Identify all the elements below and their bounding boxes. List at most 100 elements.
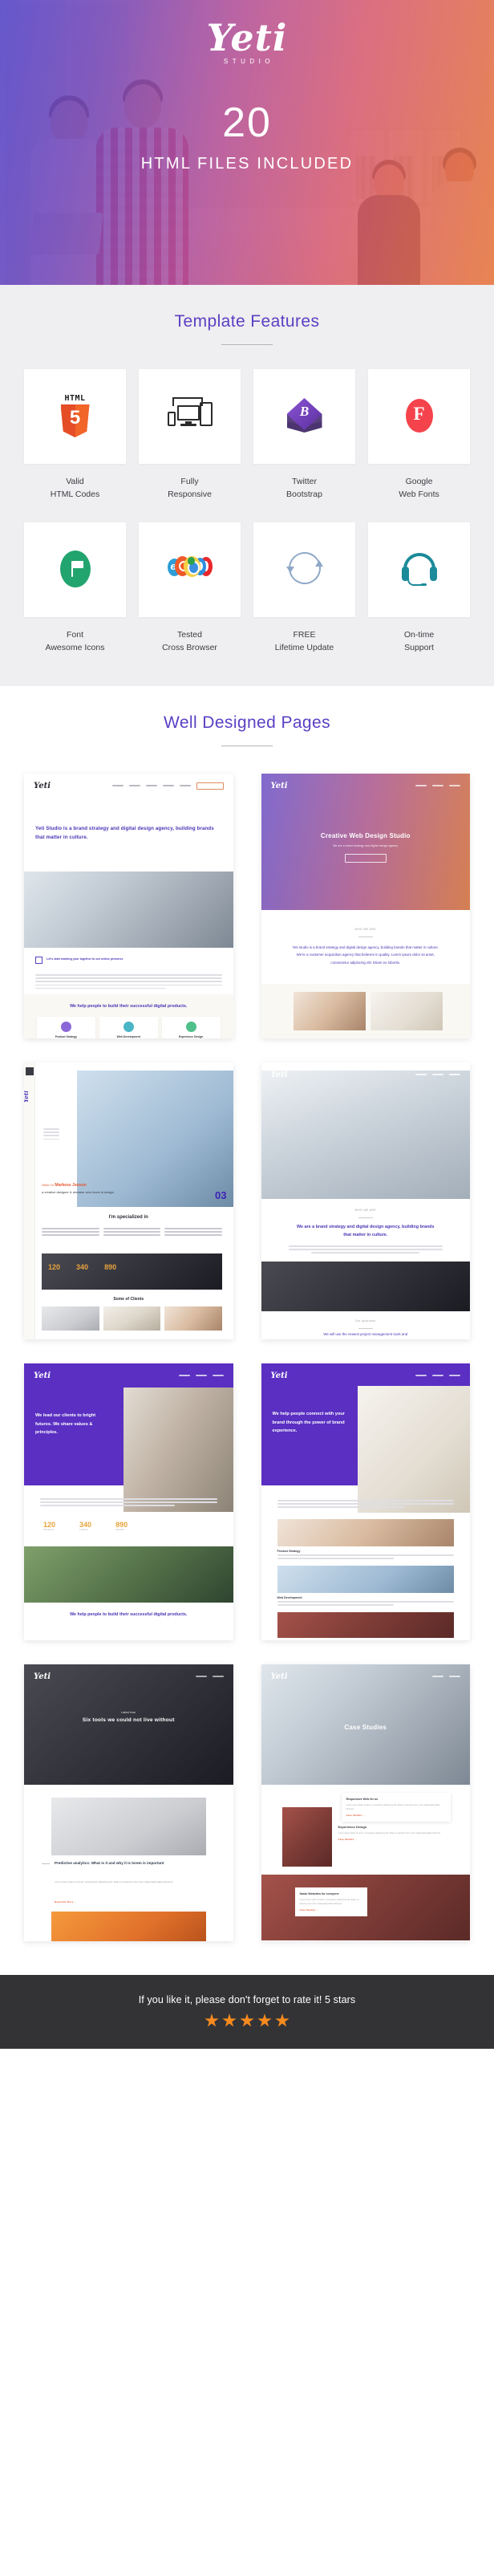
page-thumbnail[interactable]: Yeti WHO WE ARE We are a brand strategy … (261, 1062, 470, 1340)
thumb-badge: Let's start working your together to our… (47, 957, 124, 961)
headset-icon (397, 547, 442, 592)
thumb-read-more-link[interactable]: Read Full Story → (55, 1900, 77, 1904)
thumb-card-title: Sasto Websites for everyone (299, 1892, 339, 1896)
thumb-role: a creative designer & dreamer who loves … (42, 1190, 115, 1195)
well-designed-pages-section: Well Designed Pages Yeti Yeti Studio is … (0, 686, 494, 1942)
feature-card[interactable]: F Google Web Fonts (368, 369, 470, 502)
thumb-card-title: Experience Design (338, 1825, 367, 1830)
page-thumbnail[interactable]: Yeti Creative Web Design Studio We are a… (261, 774, 470, 1039)
feature-label-line1: Valid (66, 477, 84, 486)
brand-logo-name: Yeti (206, 16, 288, 59)
thumb-read-more-link[interactable]: Case Studies → (300, 1908, 362, 1912)
star-icon[interactable] (204, 2013, 219, 2027)
feature-label-line1: Font (66, 629, 83, 640)
thumb-service-title: Experience Design (178, 1035, 204, 1039)
thumb-head-2: We will use the newest project managemen… (323, 1332, 408, 1337)
thumb-card-body: Lorem ipsum dolor sit amet, consectetur … (346, 1804, 440, 1811)
template-features-section: Template Features HTML 5 Valid HTML Codes (0, 285, 494, 687)
star-rating[interactable] (0, 2013, 494, 2028)
thumb-logo: Yeti (270, 781, 288, 790)
hero-banner: Yeti STUDIO 20 HTML FILES INCLUDED (0, 0, 494, 285)
thumb-hero-caption: Latest from (121, 1711, 136, 1715)
feature-label-line2: Web Fonts (399, 490, 439, 500)
preview-page: Yeti STUDIO 20 HTML FILES INCLUDED Templ… (0, 0, 494, 2050)
feature-label-line1: Google (405, 477, 433, 486)
thumb-card-title: Web Development (277, 1596, 302, 1600)
page-thumbnail[interactable]: Yeti We help people connect with your br… (261, 1363, 470, 1641)
thumb-card-body: Lorem ipsum dolor sit amet, consectetur … (338, 1832, 441, 1835)
flag-icon (53, 547, 98, 592)
feature-label-line2: Support (404, 642, 434, 652)
responsive-icon (167, 394, 213, 439)
feature-label-line1: On-time (403, 629, 435, 640)
thumb-logo: Yeti (270, 1371, 288, 1380)
thumb-logo: Yeti (34, 1371, 51, 1380)
features-title: Template Features (174, 312, 320, 331)
star-icon[interactable] (240, 2013, 254, 2027)
thumb-stat-label: CLIENTS (79, 1529, 88, 1532)
thumb-headline: We help people connect with your brand t… (272, 1412, 345, 1434)
browsers-icon (167, 547, 213, 592)
feature-card[interactable]: FREE Lifetime Update (253, 522, 355, 655)
feature-card[interactable]: B Twitter Bootstrap (253, 369, 355, 502)
hero-tagline: HTML FILES INCLUDED (140, 155, 354, 173)
thumb-section-head: I'm specialized in (108, 1215, 148, 1221)
thumb-nav-button (196, 782, 224, 790)
thumb-stat: 890 (115, 1521, 128, 1530)
feature-card[interactable]: Font Awesome Icons (24, 522, 126, 655)
feature-label-line2: Responsive (168, 490, 212, 500)
page-thumbnail[interactable]: Yeti Case Studies Responsive Web for us … (261, 1664, 470, 1942)
feature-card[interactable]: HTML 5 Valid HTML Codes (24, 369, 126, 502)
footer-text: If you like it, please don't forget to r… (138, 1994, 356, 2006)
star-icon[interactable] (257, 2013, 272, 2027)
thumb-caption: WHO WE ARE (354, 1209, 376, 1213)
bootstrap-icon: B (282, 394, 327, 439)
feature-label-line1: Twitter (292, 477, 317, 486)
thumb-service-title: Product Strategy (55, 1035, 78, 1039)
feature-card[interactable]: Tested Cross Browser (139, 522, 241, 655)
thumb-clients-head: Some of Clients (113, 1297, 144, 1302)
html5-icon: HTML 5 (53, 394, 98, 439)
feature-card[interactable]: Fully Responsive (139, 369, 241, 502)
feature-label-line2: Cross Browser (162, 642, 217, 652)
thumb-stat-label: PROJECTS (43, 1529, 55, 1532)
feature-label-line2: Lifetime Update (274, 642, 334, 652)
thumb-caption-2: Our Approach (354, 1319, 376, 1323)
feature-label-line1: Tested (177, 629, 202, 640)
page-thumbnail[interactable]: Yeti Hello I'm Markess Jonson a creative… (24, 1062, 233, 1340)
star-icon[interactable] (222, 2013, 237, 2027)
feature-label-line2: Bootstrap (286, 490, 322, 500)
thumb-caption: WHO WE ARE (354, 928, 376, 932)
thumb-headline: Yeti Studio is a brand strategy and digi… (35, 826, 214, 840)
thumb-stat-label: AWARDS (115, 1529, 124, 1532)
page-thumbnail[interactable]: Yeti Yeti Studio is a brand strategy and… (24, 774, 233, 1039)
thumb-hero-title: Six tools we could not live without (82, 1717, 175, 1724)
page-thumbnail[interactable]: Yeti We lead our clients to bright futur… (24, 1363, 233, 1641)
thumb-logo: Yeti (34, 1672, 51, 1681)
thumb-hero-title: Creative Web Design Studio (320, 832, 411, 840)
thumb-read-more-link[interactable]: Case Studies → (338, 1838, 455, 1841)
thumb-card-title: Responsive Web for us (346, 1798, 379, 1802)
brand-logo: Yeti STUDIO (0, 19, 494, 65)
page-thumbnail[interactable]: Yeti Latest from Six tools we could not … (24, 1664, 233, 1942)
star-icon[interactable] (275, 2013, 290, 2027)
feature-label-line1: FREE (293, 629, 316, 640)
brand-logo-subtitle: STUDIO (223, 58, 275, 65)
thumb-logo: Yeti (34, 781, 51, 790)
feature-card[interactable]: On-time Support (368, 522, 470, 655)
thumb-headline: We lead our clients to bright futures. W… (35, 1413, 96, 1436)
thumb-footer-head: We help people to build their successful… (70, 1612, 188, 1618)
footer-rating-bar: If you like it, please don't forget to r… (0, 1975, 494, 2050)
feature-label-line2: Awesome Icons (45, 642, 105, 652)
thumb-card-title: Product Strategy (277, 1550, 301, 1554)
thumb-hero-subtitle: We are a brand strategy and digital desi… (333, 844, 399, 848)
feature-cards-row-1: HTML 5 Valid HTML Codes Fully Responsive… (0, 369, 494, 502)
thumb-read-more-link[interactable]: Case Studies → (346, 1814, 447, 1817)
page-thumbnail-grid: Yeti Yeti Studio is a brand strategy and… (0, 746, 494, 1942)
feature-label-line2: HTML Codes (50, 490, 100, 500)
thumb-stat: 340 (79, 1521, 92, 1530)
thumb-name: Markess Jonson (55, 1183, 87, 1188)
thumb-number: 03 (215, 1189, 227, 1202)
thumb-body: We are a brand strategy and digital desi… (297, 1225, 435, 1238)
thumb-logo: Yeti (270, 1070, 288, 1079)
